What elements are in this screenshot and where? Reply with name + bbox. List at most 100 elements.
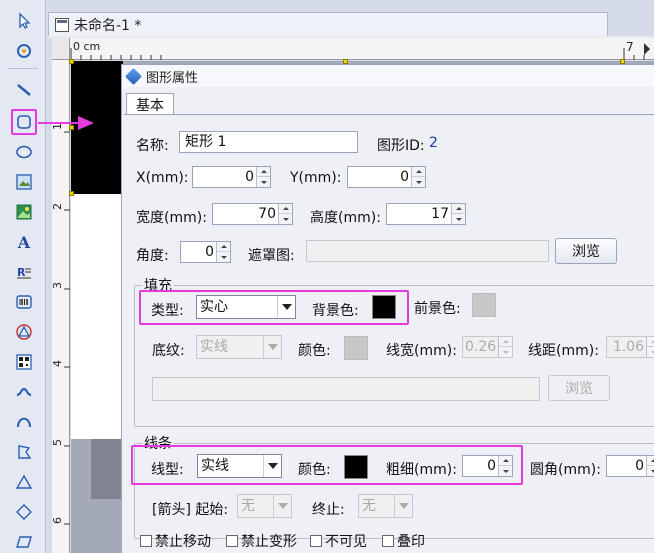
picture-tool-icon[interactable] <box>11 199 37 225</box>
arrow-start-select[interactable]: 无 <box>237 494 292 518</box>
shape-id-label: 图形ID: <box>377 138 425 154</box>
diamond-tool-icon[interactable] <box>11 499 37 525</box>
corner-increment-button[interactable] <box>647 456 654 466</box>
angle-increment-button[interactable] <box>217 242 230 252</box>
document-tab[interactable]: 未命名-1 * <box>48 12 608 36</box>
polyline-tool-icon[interactable] <box>11 439 37 465</box>
line-width-decrement-button[interactable] <box>499 347 512 357</box>
image-tool-icon[interactable] <box>11 169 37 195</box>
x-label: X(mm): <box>136 170 189 186</box>
document-tab-title: 未命名-1 * <box>74 17 142 34</box>
name-label: 名称: <box>136 138 169 154</box>
height-increment-button[interactable] <box>452 204 465 214</box>
thickness-increment-button[interactable] <box>499 456 512 466</box>
name-input[interactable]: 矩形 1 <box>179 131 358 153</box>
resize-handle[interactable] <box>69 59 74 64</box>
foreground-color-label: 前景色: <box>414 301 461 317</box>
triangle-tool-icon[interactable] <box>11 469 37 495</box>
resize-handle[interactable] <box>69 191 74 196</box>
ruler-mark-7: 7 <box>626 40 634 54</box>
line-spacing-decrement-button[interactable] <box>647 347 654 357</box>
select-pointer-icon[interactable] <box>11 8 37 34</box>
foreground-color-swatch[interactable] <box>472 293 496 317</box>
arc-tool-icon[interactable] <box>11 409 37 435</box>
mask-browse-button[interactable]: 浏览 <box>555 238 617 264</box>
line-thickness-stepper[interactable]: 0 <box>462 455 513 477</box>
y-decrement-button[interactable] <box>412 177 425 187</box>
line-color-swatch[interactable] <box>344 455 368 479</box>
curve-tool-icon[interactable] <box>11 379 37 405</box>
line-type-select[interactable]: 实线 <box>197 454 282 478</box>
x-decrement-button[interactable] <box>257 177 270 187</box>
chevron-down-icon[interactable] <box>273 495 291 517</box>
no-move-checkbox[interactable]: 禁止移动 <box>140 531 211 551</box>
y-label: Y(mm): <box>290 170 342 186</box>
line-width-stepper[interactable]: 0.26 <box>462 336 513 358</box>
pattern-color-swatch[interactable] <box>344 336 368 360</box>
line-width-increment-button[interactable] <box>499 337 512 347</box>
triangle-image-tool-icon[interactable] <box>11 319 37 345</box>
width-stepper[interactable]: 70 <box>212 203 293 225</box>
rich-text-tool-icon[interactable]: R <box>11 259 37 285</box>
rotate-tool-icon[interactable] <box>11 38 37 64</box>
text-tool-icon[interactable]: A <box>11 229 37 255</box>
parallelogram-tool-icon[interactable] <box>11 529 37 553</box>
ellipse-tool-icon[interactable] <box>11 139 37 165</box>
height-stepper[interactable]: 17 <box>386 203 466 225</box>
width-increment-button[interactable] <box>279 204 292 214</box>
ruler-mark-6: 6 <box>51 517 64 524</box>
invisible-checkbox[interactable]: 不可见 <box>310 531 367 551</box>
angle-stepper[interactable]: 0 <box>180 241 231 263</box>
no-transform-checkbox[interactable]: 禁止变形 <box>226 531 297 551</box>
tab-basic[interactable]: 基本 <box>126 93 174 115</box>
dialog-title-bar[interactable]: 图形属性 <box>122 65 654 87</box>
height-label: 高度(mm): <box>310 210 381 226</box>
arrow-end-label: 终止: <box>312 502 345 518</box>
thickness-decrement-button[interactable] <box>499 466 512 476</box>
mask-image-label: 遮罩图: <box>248 248 295 264</box>
width-decrement-button[interactable] <box>279 214 292 224</box>
line-spacing-label: 线距(mm): <box>528 343 599 359</box>
ruler-mark-4: 4 <box>51 360 64 367</box>
y-increment-button[interactable] <box>412 167 425 177</box>
fill-image-input[interactable] <box>152 377 540 401</box>
paper-shadow <box>91 439 123 499</box>
corner-radius-label: 圆角(mm): <box>530 462 601 478</box>
chevron-down-icon[interactable] <box>277 296 295 318</box>
x-increment-button[interactable] <box>257 167 270 177</box>
fill-browse-button[interactable]: 浏览 <box>548 375 610 401</box>
pattern-select[interactable]: 实线 <box>196 335 282 359</box>
line-spacing-stepper[interactable]: 1.06 <box>606 336 654 358</box>
corner-radius-stepper[interactable]: 0 <box>606 455 654 477</box>
fill-type-label: 类型: <box>151 303 184 319</box>
ruler-mark-5: 5 <box>51 439 64 446</box>
line-type-label: 线型: <box>151 462 184 478</box>
pattern-color-label: 颜色: <box>298 343 331 359</box>
y-stepper[interactable]: 0 <box>347 166 426 188</box>
barcode-tool-icon[interactable] <box>11 289 37 315</box>
chevron-down-icon[interactable] <box>263 455 281 477</box>
scroll-right-button[interactable] <box>640 39 654 59</box>
background-color-swatch[interactable] <box>372 295 396 319</box>
line-spacing-increment-button[interactable] <box>647 337 654 347</box>
rectangle-tool-icon[interactable] <box>11 109 37 135</box>
svg-text:R: R <box>17 266 26 279</box>
fill-type-select[interactable]: 实心 <box>196 295 296 319</box>
arrow-end-select[interactable]: 无 <box>358 494 413 518</box>
angle-decrement-button[interactable] <box>217 252 230 262</box>
mask-image-input[interactable] <box>306 240 549 262</box>
overprint-checkbox[interactable]: 叠印 <box>382 531 425 551</box>
document-icon <box>55 17 69 32</box>
width-label: 宽度(mm): <box>136 210 207 226</box>
qrcode-tool-icon[interactable] <box>11 349 37 375</box>
line-color-label: 颜色: <box>298 462 331 478</box>
corner-decrement-button[interactable] <box>647 466 654 476</box>
annotation-arrow-icon <box>38 116 94 130</box>
chevron-down-icon[interactable] <box>394 495 412 517</box>
chevron-down-icon[interactable] <box>263 336 281 358</box>
shape-id-value: 2 <box>429 135 438 151</box>
line-tool-icon[interactable] <box>11 77 37 103</box>
x-stepper[interactable]: 0 <box>192 166 271 188</box>
drawing-toolbar: A R <box>0 0 46 553</box>
height-decrement-button[interactable] <box>452 214 465 224</box>
